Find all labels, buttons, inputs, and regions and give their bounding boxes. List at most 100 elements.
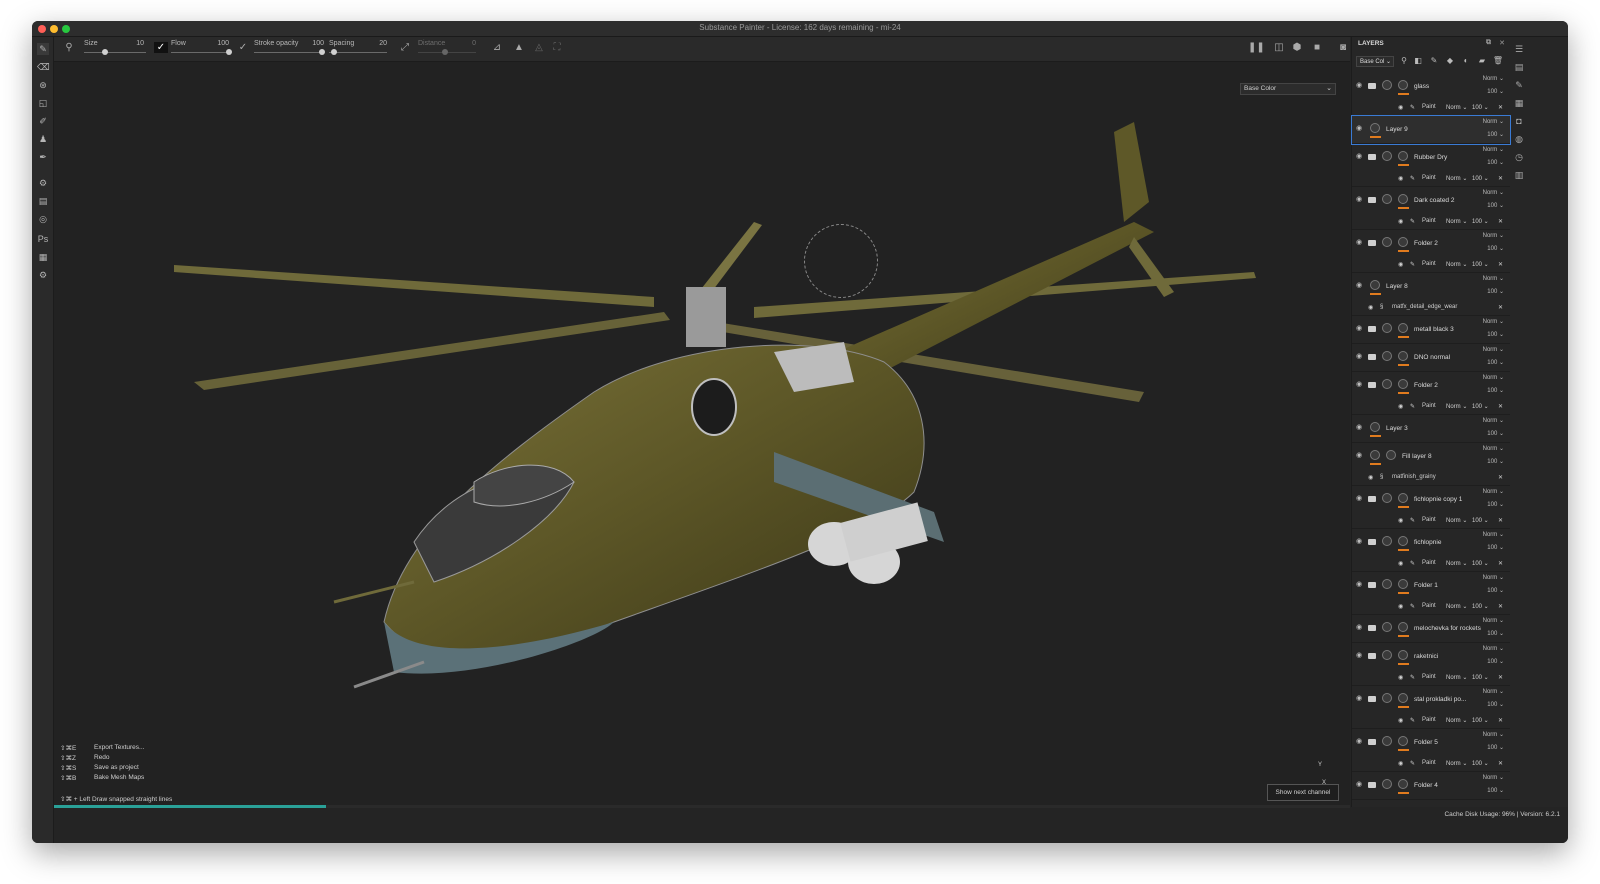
blend-mode-select[interactable]: Norm ⌄ [1483, 645, 1504, 652]
sub-blend-select[interactable]: Norm ⌄ [1446, 403, 1467, 410]
projection-icon[interactable]: ⊛ [37, 79, 49, 91]
size-value[interactable]: 10 [124, 40, 144, 47]
opacity-select[interactable]: 100 ⌄ [1487, 658, 1504, 665]
layer-row[interactable]: ◉ Folder 5 Norm ⌄ 100 ⌄ ◉ ✎ Paint Norm ⌄ 100 ⌄ ✕ [1352, 729, 1510, 772]
pen-pressure-icon[interactable]: ✓ [154, 42, 168, 53]
float-panel-icon[interactable]: ⧉ [1486, 39, 1491, 47]
layer-name[interactable]: Layer 8 [1386, 283, 1408, 290]
properties-dock-icon[interactable]: ✎ [1513, 79, 1525, 91]
layer-name[interactable]: Folder 1 [1414, 582, 1438, 589]
layer-name[interactable]: glass [1414, 83, 1429, 90]
tiling-icon[interactable]: ◬ [532, 42, 546, 53]
flow-pressure-icon[interactable]: ✓ [236, 42, 250, 53]
stroke-opacity-slider[interactable] [254, 52, 324, 53]
visibility-eye-icon[interactable]: ◉ [1398, 175, 1403, 182]
helicopter-model-render[interactable] [54, 62, 1350, 807]
layer-row[interactable]: ◉ Folder 1 Norm ⌄ 100 ⌄ ◉ ✎ Paint Norm ⌄ 100 ⌄ ✕ [1352, 572, 1510, 615]
sub-opacity-select[interactable]: 100 ⌄ [1472, 104, 1489, 111]
sub-blend-select[interactable]: Norm ⌄ [1446, 218, 1467, 225]
visibility-eye-icon[interactable]: ◉ [1398, 104, 1403, 111]
visibility-eye-icon[interactable]: ◉ [1356, 352, 1362, 360]
brush-preset-icon[interactable]: ⚲ [62, 42, 76, 53]
visibility-eye-icon[interactable]: ◉ [1356, 281, 1362, 289]
opacity-select[interactable]: 100 ⌄ [1487, 787, 1504, 794]
remove-effect-icon[interactable]: ✕ [1498, 218, 1503, 225]
layer-name[interactable]: Folder 2 [1414, 382, 1438, 389]
opacity-select[interactable]: 100 ⌄ [1487, 501, 1504, 508]
blend-mode-select[interactable]: Norm ⌄ [1483, 688, 1504, 695]
blend-mode-select[interactable]: Norm ⌄ [1483, 445, 1504, 452]
remove-effect-icon[interactable]: ✕ [1498, 760, 1503, 767]
plugin-settings-icon[interactable]: ⚙ [37, 269, 49, 281]
visibility-eye-icon[interactable]: ◉ [1356, 81, 1362, 89]
layer-row[interactable]: ◉ Folder 2 Norm ⌄ 100 ⌄ ◉ ✎ Paint Norm ⌄ 100 ⌄ ✕ [1352, 230, 1510, 273]
photoshop-export-icon[interactable]: Ps [37, 233, 49, 245]
layer-row[interactable]: ◉ Rubber Dry Norm ⌄ 100 ⌄ ◉ ✎ Paint Norm ⌄ 100 ⌄… [1352, 144, 1510, 187]
layer-row[interactable]: ◉ Folder 2 Norm ⌄ 100 ⌄ ◉ ✎ Paint Norm ⌄ 100 ⌄ ✕ [1352, 372, 1510, 415]
opacity-select[interactable]: 100 ⌄ [1487, 331, 1504, 338]
blend-mode-select[interactable]: Norm ⌄ [1483, 774, 1504, 781]
add-effect-icon[interactable]: ⚲ [1398, 56, 1410, 65]
blend-mode-select[interactable]: Norm ⌄ [1483, 346, 1504, 353]
mirror-icon[interactable]: ▲ [512, 42, 526, 53]
add-folder-icon[interactable]: ▰ [1476, 56, 1488, 65]
blend-mode-select[interactable]: Norm ⌄ [1483, 417, 1504, 424]
remove-effect-icon[interactable]: ✕ [1498, 261, 1503, 268]
blend-mode-select[interactable]: Norm ⌄ [1483, 531, 1504, 538]
sub-opacity-select[interactable]: 100 ⌄ [1472, 218, 1489, 225]
texture-set-dock-icon[interactable]: ▤ [1513, 61, 1525, 73]
visibility-eye-icon[interactable]: ◉ [1398, 403, 1403, 410]
blend-mode-select[interactable]: Norm ⌄ [1483, 488, 1504, 495]
blend-mode-select[interactable]: Norm ⌄ [1483, 574, 1504, 581]
visibility-eye-icon[interactable]: ◉ [1356, 124, 1362, 132]
opacity-select[interactable]: 100 ⌄ [1487, 131, 1504, 138]
stroke-opacity-handle[interactable] [319, 49, 325, 55]
opacity-select[interactable]: 100 ⌄ [1487, 387, 1504, 394]
sub-opacity-select[interactable]: 100 ⌄ [1472, 517, 1489, 524]
visibility-eye-icon[interactable]: ◉ [1356, 737, 1362, 745]
blend-mode-select[interactable]: Norm ⌄ [1483, 189, 1504, 196]
uv-dock-icon[interactable]: ▦ [1513, 97, 1525, 109]
blend-mode-select[interactable]: Norm ⌄ [1483, 617, 1504, 624]
opacity-select[interactable]: 100 ⌄ [1487, 288, 1504, 295]
visibility-eye-icon[interactable]: ◉ [1356, 694, 1362, 702]
layer-name[interactable]: Layer 3 [1386, 425, 1408, 432]
layer-name[interactable]: DNO normal [1414, 354, 1450, 361]
layer-name[interactable]: Fill layer 8 [1402, 453, 1432, 460]
symmetry-icon[interactable]: ⊿ [490, 42, 504, 53]
view-mode-2d3d-icon[interactable]: ◫ [1272, 42, 1286, 53]
blend-mode-select[interactable]: Norm ⌄ [1483, 118, 1504, 125]
layer-name[interactable]: fichlopnie copy 1 [1414, 496, 1462, 503]
layer-name[interactable]: Rubber Dry [1414, 154, 1447, 161]
show-next-channel-button[interactable]: Show next channel [1267, 784, 1339, 801]
shelf-dock-icon[interactable]: ◘ [1513, 115, 1525, 127]
blend-mode-select[interactable]: Norm ⌄ [1483, 731, 1504, 738]
history-icon[interactable]: ◷ [1513, 151, 1525, 163]
color-picker-icon[interactable]: ✒ [37, 151, 49, 163]
blend-mode-select[interactable]: Norm ⌄ [1483, 75, 1504, 82]
sub-opacity-select[interactable]: 100 ⌄ [1472, 560, 1489, 567]
sub-blend-select[interactable]: Norm ⌄ [1446, 760, 1467, 767]
visibility-eye-icon[interactable]: ◉ [1398, 603, 1403, 610]
layer-row[interactable]: ◉ Folder 4 Norm ⌄ 100 ⌄ [1352, 772, 1510, 800]
layer-name[interactable]: melochevka for rockets [1414, 625, 1481, 632]
sub-opacity-select[interactable]: 100 ⌄ [1472, 674, 1489, 681]
blend-mode-select[interactable]: Norm ⌄ [1483, 232, 1504, 239]
layer-row[interactable]: ◉ glass Norm ⌄ 100 ⌄ ◉ ✎ Paint Norm ⌄ 100 ⌄ ✕ [1352, 73, 1510, 116]
layer-name[interactable]: raketnici [1414, 653, 1438, 660]
visibility-eye-icon[interactable]: ◉ [1356, 423, 1362, 431]
layer-name[interactable]: metall black 3 [1414, 326, 1454, 333]
visibility-eye-icon[interactable]: ◉ [1356, 537, 1362, 545]
blend-mode-select[interactable]: Norm ⌄ [1483, 146, 1504, 153]
close-icon[interactable]: ✕ [1499, 39, 1505, 47]
remove-effect-icon[interactable]: ✕ [1498, 304, 1503, 311]
size-slider-handle[interactable] [102, 49, 108, 55]
visibility-eye-icon[interactable]: ◉ [1356, 623, 1362, 631]
sub-blend-select[interactable]: Norm ⌄ [1446, 261, 1467, 268]
visibility-eye-icon[interactable]: ◉ [1398, 560, 1403, 567]
layer-row[interactable]: ◉ metall black 3 Norm ⌄ 100 ⌄ [1352, 316, 1510, 344]
polygon-fill-icon[interactable]: ◱ [37, 97, 49, 109]
visibility-eye-icon[interactable]: ◉ [1356, 324, 1362, 332]
visibility-eye-icon[interactable]: ◉ [1356, 238, 1362, 246]
sub-opacity-select[interactable]: 100 ⌄ [1472, 760, 1489, 767]
